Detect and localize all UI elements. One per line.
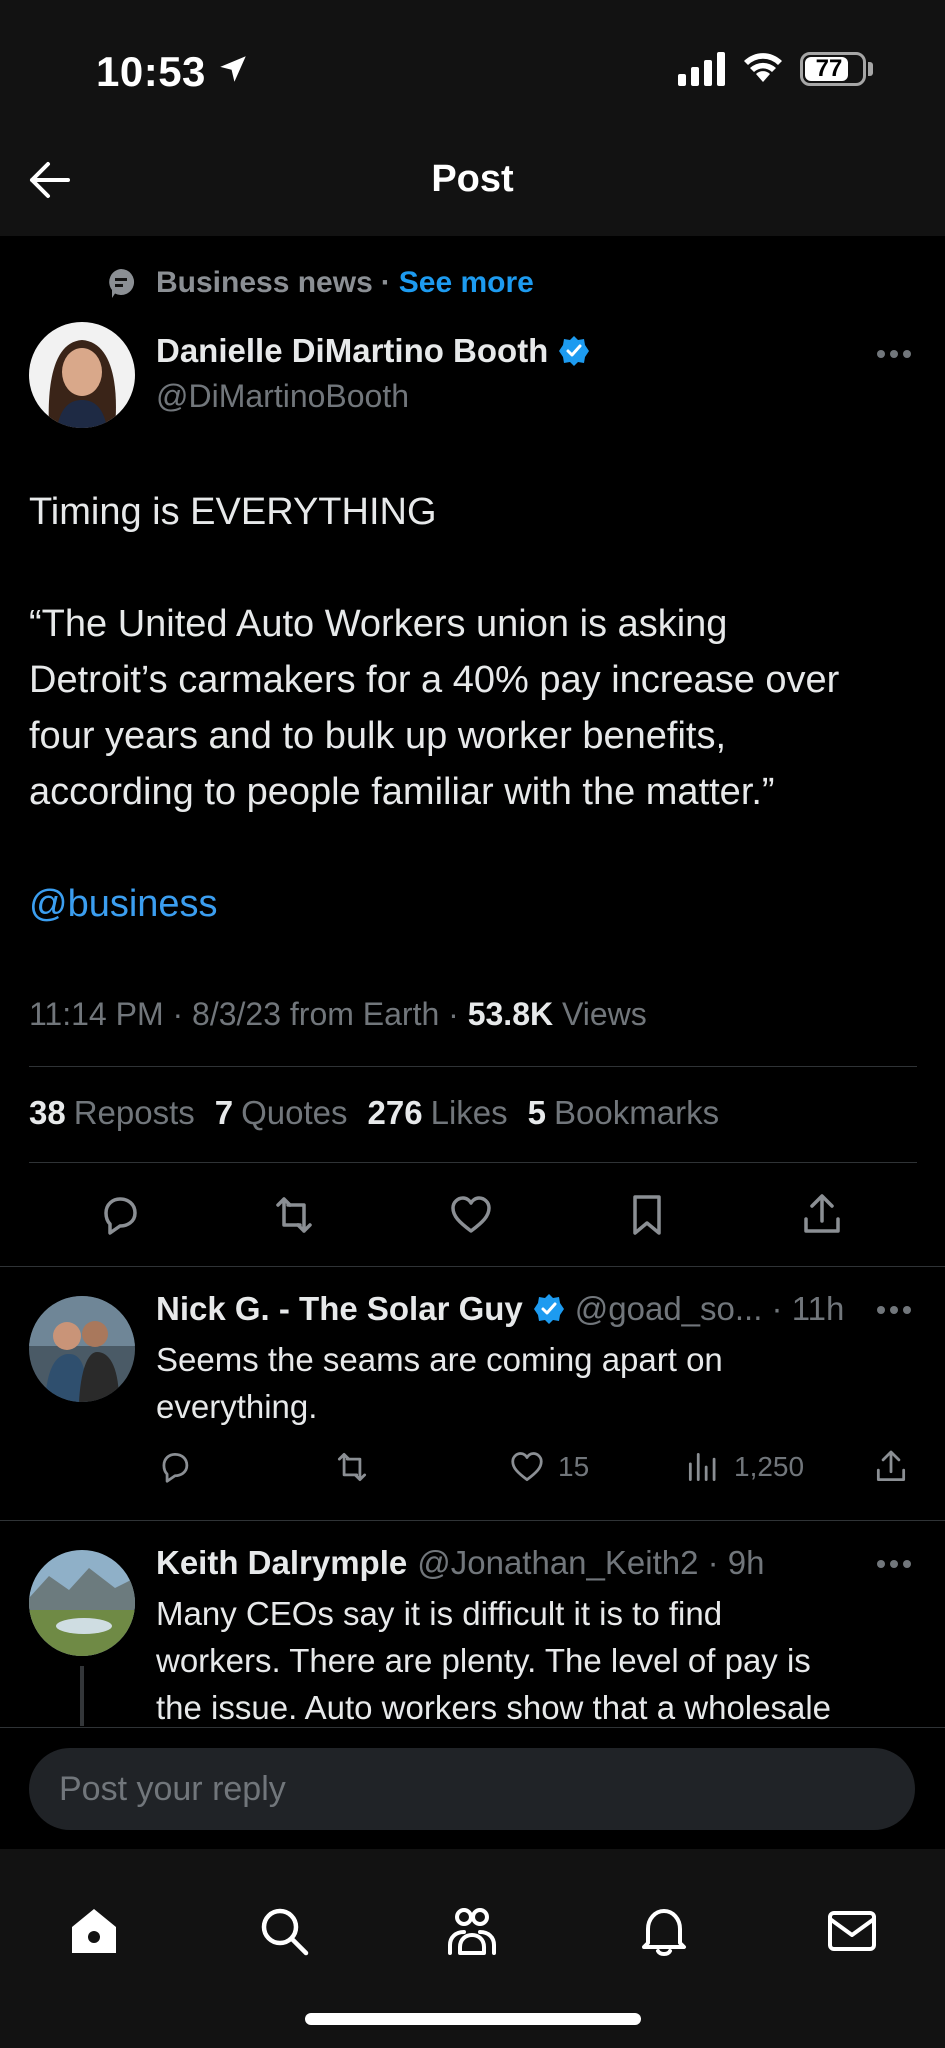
more-options-icon[interactable] [876,348,912,360]
reply-view-count: 1,250 [734,1451,805,1482]
battery-cap [868,62,873,76]
views-label: Views [561,996,647,1032]
more-options-icon[interactable] [876,1304,912,1316]
author-name[interactable]: Danielle DiMartino Booth [156,332,590,370]
tweet-quote-line: “The United Auto Workers union is asking [29,603,728,645]
more-options-icon[interactable] [876,1558,912,1570]
wifi-icon [744,53,782,82]
top-bar: 10:53 77 Post [0,0,945,236]
reply-author-name[interactable]: Nick G. - The Solar Guy [156,1290,523,1328]
reply-author-name[interactable]: Keith Dalrymple [156,1544,407,1582]
repost-icon[interactable] [270,1191,318,1239]
reply-like-button[interactable]: 15 [508,1448,589,1486]
reply-handle-time[interactable]: @Jonathan_Keith2 · 9h [417,1544,764,1582]
divider [0,1520,945,1521]
topic-separator: · [380,266,391,299]
messages-envelope-icon[interactable] [824,1903,880,1959]
repost-icon [337,1452,367,1482]
cellular-signal-icon [678,52,725,86]
tweet-text: Timing is EVERYTHING “The United Auto Wo… [29,484,919,932]
topic-label[interactable]: Business news [156,266,373,300]
reply-icon[interactable] [96,1191,144,1239]
home-indicator-bar [305,2013,641,2025]
tweet-time[interactable]: 11:14 PM [29,996,164,1032]
tweet-line: Timing is EVERYTHING [29,491,437,533]
page-title: Post [431,158,514,200]
search-icon[interactable] [256,1903,312,1959]
bookmarks-label: Bookmarks [554,1094,720,1131]
reply-like-count: 15 [558,1451,590,1482]
verified-badge-icon [559,336,590,366]
reply-share-button[interactable] [872,1448,922,1486]
screen: 10:53 77 Post Business news · See more D… [0,0,945,2048]
reply-line: the issue. Auto workers show that a whol… [156,1689,832,1726]
like-heart-icon[interactable] [447,1191,495,1239]
battery-indicator: 77 [800,52,866,86]
verified-badge-icon [533,1294,564,1324]
engagement-stats: 38 Reposts 7 Quotes 276 Likes 5 Bookmarks [29,1094,719,1132]
tweet-quote-line: Detroit’s carmakers for a 40% pay increa… [29,659,840,701]
bookmark-icon[interactable] [623,1191,671,1239]
likes-count: 276 [367,1094,423,1131]
reposts-label: Reposts [73,1094,195,1131]
quotes-count: 7 [214,1094,234,1131]
reply-views-button[interactable]: 1,250 [684,1448,804,1486]
bookmarks-stat[interactable]: 5 Bookmarks [528,1094,719,1132]
thread-connector [80,1666,84,1726]
author-handle[interactable]: @DiMartinoBooth [156,378,409,415]
communities-icon[interactable] [444,1903,500,1959]
divider [0,1266,945,1267]
meta-separator: · [448,996,459,1032]
reply-line: everything. [156,1388,318,1425]
status-time: 10:53 [96,48,206,95]
share-icon [876,1450,906,1482]
reply-composer-bar: Post your reply [0,1727,945,1849]
tweet-quote-line: according to people familiar with the ma… [29,771,775,813]
home-icon[interactable] [66,1903,122,1959]
divider [29,1162,917,1163]
topic-context: Business news · See more [106,263,534,303]
battery-percent: 77 [815,55,843,82]
views-chart-icon [688,1452,716,1482]
likes-label: Likes [430,1094,508,1131]
reply-header: Keith Dalrymple @Jonathan_Keith2 · 9h [156,1544,765,1582]
reposts-stat[interactable]: 38 Reposts [29,1094,195,1132]
like-heart-icon [511,1452,543,1482]
divider [29,1066,917,1067]
tweet-date-source: 8/3/23 from Earth [192,996,440,1032]
reply-reply-button[interactable] [156,1448,206,1486]
location-arrow-icon [220,56,246,82]
reply-text: Seems the seams are coming apart on ever… [156,1336,723,1430]
reply-line: Many CEOs say it is difficult it is to f… [156,1595,723,1632]
mention-link[interactable]: @business [29,876,919,932]
topic-bubble-icon [109,268,135,298]
meta-separator: · [172,996,184,1032]
views-count: 53.8K [467,996,554,1032]
reposts-count: 38 [29,1094,66,1131]
reply-repost-button[interactable] [333,1448,383,1486]
reply-header: Nick G. - The Solar Guy @goad_so... · 11… [156,1290,844,1328]
tweet-quote-line: four years and to bulk up worker benefit… [29,715,727,757]
share-icon[interactable] [798,1191,846,1239]
reply-line: Seems the seams are coming apart on [156,1341,723,1378]
reply-input[interactable]: Post your reply [29,1748,915,1830]
quotes-label: Quotes [241,1094,348,1131]
see-more-link[interactable]: See more [399,266,534,300]
reply-handle-time[interactable]: @goad_so... · 11h [575,1290,845,1328]
reply-avatar[interactable] [29,1296,135,1402]
reply-avatar[interactable] [29,1550,135,1656]
reply-text: Many CEOs say it is difficult it is to f… [156,1590,831,1731]
reply-icon [162,1452,189,1483]
quotes-stat[interactable]: 7 Quotes [215,1094,348,1132]
reply-input-placeholder: Post your reply [59,1770,286,1808]
reply-line: workers. There are plenty. The level of … [156,1642,811,1679]
tweet-meta: 11:14 PM · 8/3/23 from Earth · 53.8K Vie… [29,996,647,1033]
notifications-bell-icon[interactable] [636,1903,692,1959]
author-name-text: Danielle DiMartino Booth [156,332,549,369]
author-avatar[interactable] [29,322,135,428]
likes-stat[interactable]: 276 Likes [368,1094,508,1132]
bookmarks-count: 5 [527,1094,547,1131]
